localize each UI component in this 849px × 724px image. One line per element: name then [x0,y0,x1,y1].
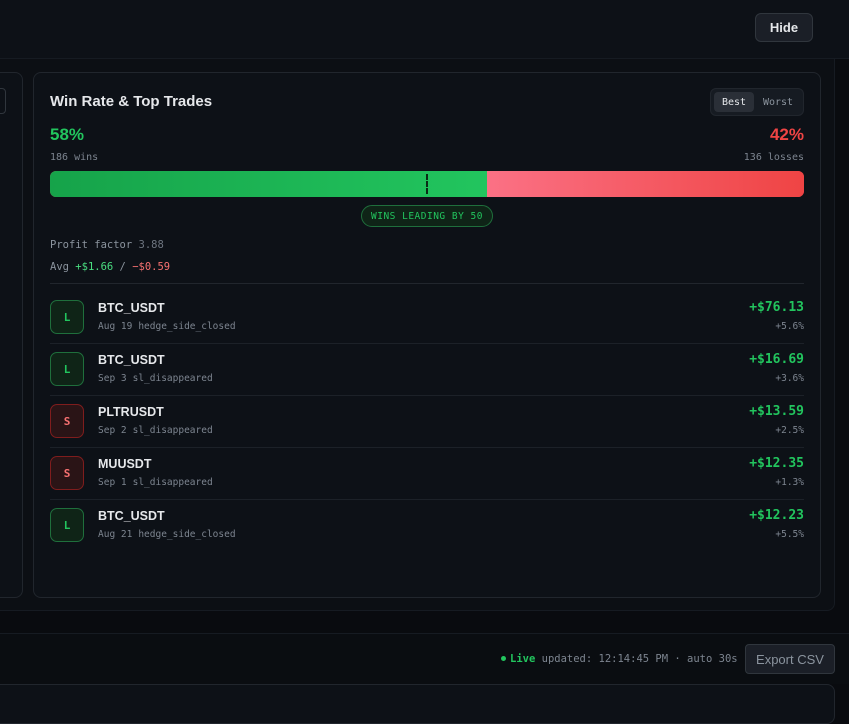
trade-symbol: MUUSDT [98,457,152,471]
trade-symbol: BTC_USDT [98,509,165,523]
trade-pct: +5.5% [775,529,804,540]
live-label: Live [510,653,536,665]
top-trades-list: L BTC_USDT Aug 19 hedge_side_closed +$76.… [50,292,804,551]
trade-symbol: PLTRUSDT [98,405,164,419]
trade-date: Aug 19 [98,321,133,332]
avg-loss-value: −$0.59 [132,261,171,273]
trade-reason: sl_disappeared [132,373,213,384]
trade-date: Sep 1 [98,477,127,488]
trade-row[interactable]: L BTC_USDT Aug 21 hedge_side_closed +$12.… [50,500,804,551]
toggle-worst-button[interactable]: Worst [757,92,799,112]
profit-factor-label: Profit factor [50,239,133,251]
trade-pnl: +$12.23 [749,508,804,523]
avg-separator: / [113,261,133,273]
trade-meta: Sep 1 sl_disappeared [98,477,213,488]
avg-win-value: +$1.66 [75,261,114,273]
trade-date: Sep 3 [98,373,127,384]
profit-factor: Profit factor 3.88 [50,239,164,251]
live-status: Live updated: 12:14:45 PM · auto 30s [501,653,738,665]
live-dot-icon [501,655,506,661]
avg-pnl: Avg +$1.66 / −$0.59 [50,261,170,273]
trade-reason: hedge_side_closed [138,321,236,332]
trade-pct: +2.5% [775,425,804,436]
toggle-best-button[interactable]: Best [714,92,754,112]
loss-percentage: 42% [769,125,804,144]
trade-date: Sep 2 [98,425,127,436]
trade-pnl: +$76.13 [749,300,804,315]
trade-reason: sl_disappeared [132,477,213,488]
trade-row[interactable]: L BTC_USDT Aug 19 hedge_side_closed +$76.… [50,292,804,344]
win-loss-bar [50,171,804,197]
trade-pct: +5.6% [775,321,804,332]
trade-meta: Aug 21 hedge_side_closed [98,529,236,540]
left-card-control[interactable] [0,88,6,114]
loss-bar-segment [487,171,804,197]
trade-meta: Sep 3 sl_disappeared [98,373,213,384]
win-rate-card: Win Rate & Top Trades Best Worst 58% 42%… [33,72,821,598]
side-badge-long: L [50,508,84,542]
side-badge-short: S [50,404,84,438]
trade-row[interactable]: L BTC_USDT Sep 3 sl_disappeared +$16.69 +… [50,344,804,396]
card-title: Win Rate & Top Trades [50,93,213,110]
side-badge-long: L [50,352,84,386]
side-badge-long: L [50,300,84,334]
trade-pnl: +$16.69 [749,352,804,367]
trade-row[interactable]: S MUUSDT Sep 1 sl_disappeared +$12.35 +1.… [50,448,804,500]
trade-row[interactable]: S PLTRUSDT Sep 2 sl_disappeared +$13.59 +… [50,396,804,448]
trade-symbol: BTC_USDT [98,301,165,315]
win-percentage: 58% [50,125,85,144]
trade-date: Aug 21 [98,529,133,540]
profit-factor-value: 3.88 [138,239,164,251]
trade-meta: Sep 2 sl_disappeared [98,425,213,436]
trade-pct: +1.3% [775,477,804,488]
side-badge-short: S [50,456,84,490]
avg-label: Avg [50,261,69,273]
lead-badge: WINS LEADING BY 50 [361,205,493,227]
updated-text: updated: 12:14:45 PM · auto 30s [541,653,738,665]
footer-bar: Live updated: 12:14:45 PM · auto 30s Exp… [0,633,849,684]
trade-pnl: +$13.59 [749,404,804,419]
trade-reason: sl_disappeared [132,425,213,436]
best-worst-toggle: Best Worst [710,88,804,116]
bottom-panel [0,684,835,724]
trade-meta: Aug 19 hedge_side_closed [98,321,236,332]
divider [50,283,804,284]
losses-count: 136 losses [743,152,804,163]
trade-reason: hedge_side_closed [138,529,236,540]
top-bar: Hide [0,0,849,59]
hide-button[interactable]: Hide [755,13,813,42]
trade-pct: +3.6% [775,373,804,384]
wins-count: 186 wins [50,152,99,163]
left-card [0,72,23,598]
export-csv-button[interactable]: Export CSV [745,644,835,674]
win-bar-segment [50,171,488,197]
trade-pnl: +$12.35 [749,456,804,471]
midpoint-marker [426,174,428,194]
trade-symbol: BTC_USDT [98,353,165,367]
